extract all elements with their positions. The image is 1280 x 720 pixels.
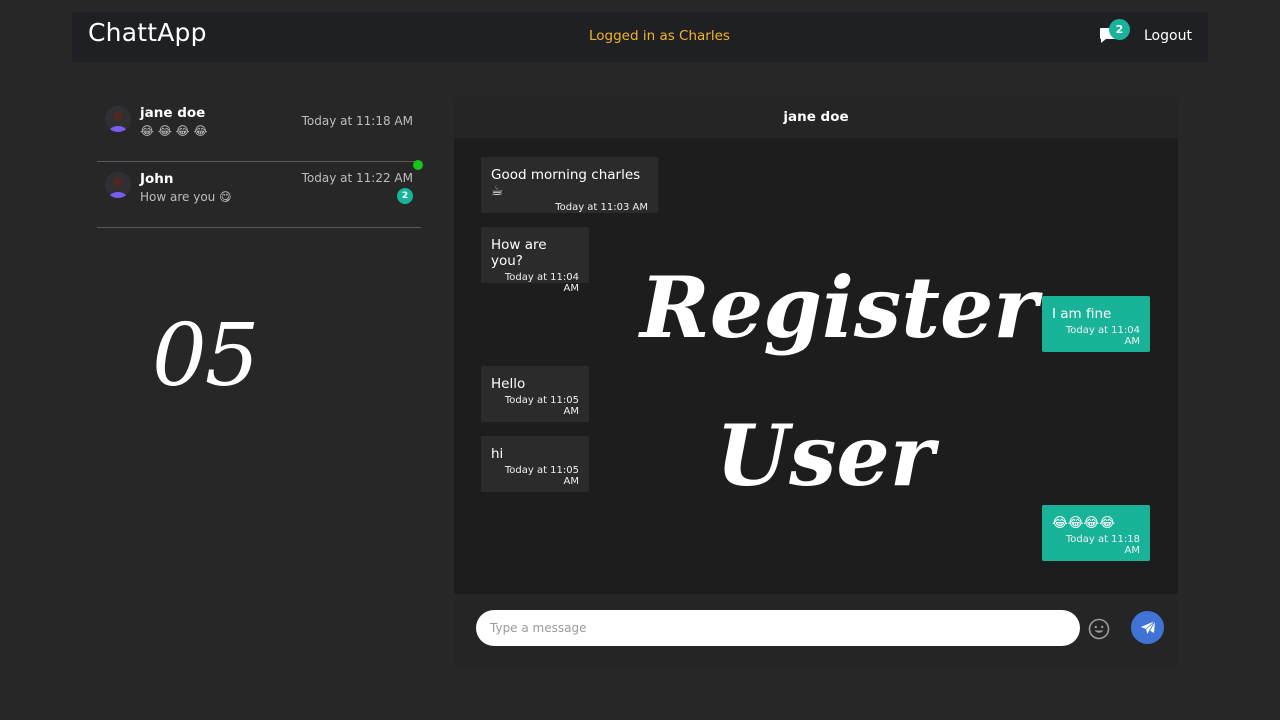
avatar	[105, 172, 131, 198]
message-text: How are you?	[491, 237, 547, 269]
message-input[interactable]	[476, 610, 1080, 646]
notification-count-badge: 2	[1109, 19, 1130, 40]
conversation-time: Today at 11:18 AM	[301, 114, 413, 128]
unread-count-badge: 2	[397, 188, 413, 204]
message-bubble: Good morning charles ☕ Today at 11:03 AM	[481, 157, 658, 213]
conversation-name: John	[140, 171, 174, 187]
message-time: Today at 11:03 AM	[555, 202, 648, 213]
message-time: Today at 11:05 AM	[504, 465, 579, 487]
logout-button[interactable]: Logout	[1144, 28, 1192, 44]
overlay-title-line-1: Register	[640, 258, 1038, 357]
register-user-overlay-title: Register User	[640, 234, 1038, 530]
conversation-item-jane-doe[interactable]: jane doe 😂 😂 😂 😂 Today at 11:18 AM	[97, 96, 421, 162]
message-bubble: How are you? Today at 11:04 AM	[481, 227, 589, 294]
navbar: ChattApp Logged in as Charles 2 Logout	[72, 12, 1208, 62]
notifications-button[interactable]: 2	[1096, 19, 1130, 50]
message-time: Today at 11:18 AM	[1065, 534, 1140, 556]
brand-logo[interactable]: ChattApp	[88, 18, 207, 47]
episode-number-overlay: 05	[152, 306, 259, 406]
conversation-preview: 😂 😂 😂 😂	[140, 124, 208, 138]
message-bubble: hi Today at 11:05 AM	[481, 436, 589, 492]
send-button[interactable]	[1131, 611, 1164, 644]
message-time: Today at 11:05 AM	[504, 395, 579, 417]
message-text: Good morning charles ☕	[491, 167, 641, 199]
online-indicator	[413, 160, 423, 170]
message-text: I am fine	[1052, 306, 1112, 322]
conversation-item-john[interactable]: John How are you 😋 Today at 11:22 AM 2	[97, 160, 423, 228]
overlay-title-line-2: User	[715, 406, 935, 505]
conversation-preview: How are you 😋	[140, 190, 232, 204]
paper-plane-icon	[1140, 620, 1155, 635]
avatar	[105, 106, 131, 132]
smiley-icon	[1088, 618, 1110, 640]
conversation-list: jane doe 😂 😂 😂 😂 Today at 11:18 AM John …	[97, 96, 423, 228]
chat-header-name: jane doe	[454, 96, 1178, 138]
message-composer	[454, 594, 1178, 666]
message-bubble: Hello Today at 11:05 AM	[481, 366, 589, 422]
conversation-time: Today at 11:22 AM	[301, 171, 413, 185]
message-text: Hello	[491, 376, 526, 392]
message-text: 😂😂😂😂	[1052, 515, 1116, 531]
emoji-button[interactable]	[1088, 618, 1110, 640]
logged-in-status: Logged in as Charles	[589, 28, 730, 44]
message-text: hi	[491, 446, 504, 462]
message-time: Today at 11:04 AM	[1065, 325, 1140, 347]
conversation-name: jane doe	[140, 105, 206, 121]
message-time: Today at 11:04 AM	[504, 272, 579, 294]
message-bubble: 😂😂😂😂 Today at 11:18 AM	[1042, 505, 1150, 561]
message-bubble: I am fine Today at 11:04 AM	[1042, 296, 1150, 352]
